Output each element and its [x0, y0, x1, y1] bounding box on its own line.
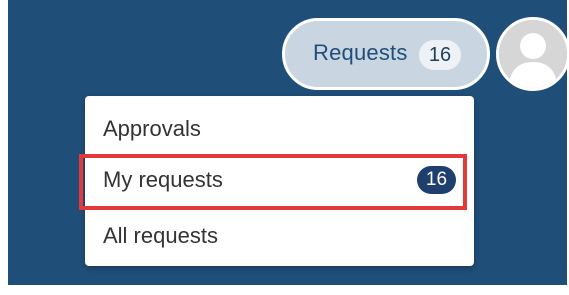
requests-dropdown-menu: Approvals My requests 16 All requests — [85, 96, 474, 266]
menu-item-label: All requests — [103, 223, 218, 248]
menu-item-label: Approvals — [103, 116, 201, 141]
user-silhouette-icon — [499, 20, 567, 88]
user-avatar-icon[interactable] — [496, 17, 569, 91]
menu-item-label: My requests — [103, 167, 223, 192]
requests-button[interactable]: Requests 16 — [282, 18, 490, 90]
menu-item-approvals[interactable]: Approvals — [85, 109, 474, 149]
requests-count-badge: 16 — [419, 40, 461, 70]
menu-item-my-requests[interactable]: My requests 16 — [85, 160, 474, 200]
my-requests-count-badge: 16 — [417, 166, 456, 194]
menu-item-all-requests[interactable]: All requests — [85, 216, 474, 256]
requests-button-label: Requests — [313, 40, 408, 65]
